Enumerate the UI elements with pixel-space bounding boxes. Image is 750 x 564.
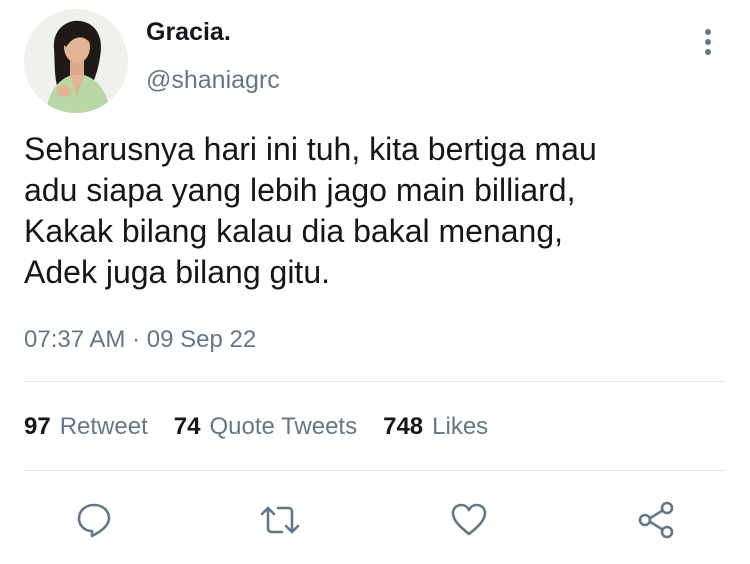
tweet-text: Seharusnya hari ini tuh, kita bertiga ma…: [24, 131, 597, 290]
share-button[interactable]: [634, 498, 678, 542]
tweet-card: Gracia. @shaniagrc Seharusnya hari ini t…: [0, 0, 750, 564]
display-name[interactable]: Gracia.: [146, 14, 231, 50]
likes-stat[interactable]: 748 Likes: [383, 413, 488, 441]
divider: [24, 381, 726, 382]
reply-icon: [77, 503, 111, 538]
like-button[interactable]: [447, 498, 491, 542]
heart-icon: [451, 503, 487, 536]
retweet-button[interactable]: [258, 498, 302, 542]
likes-count: 748: [383, 413, 424, 440]
likes-label: Likes: [432, 413, 489, 440]
retweet-icon: [260, 506, 300, 534]
user-handle[interactable]: @shaniagrc: [146, 62, 280, 98]
more-vertical-icon: [705, 29, 711, 55]
more-options-button[interactable]: [694, 26, 722, 58]
quote-stat[interactable]: 74 Quote Tweets: [174, 413, 357, 441]
tweet-stats: 97 Retweet 74 Quote Tweets 748 Likes: [24, 408, 514, 446]
share-icon: [638, 501, 674, 539]
retweet-stat[interactable]: 97 Retweet: [24, 413, 148, 441]
quote-count: 74: [173, 413, 201, 440]
divider: [24, 470, 726, 471]
avatar[interactable]: [24, 9, 128, 113]
avatar-image: [24, 9, 128, 113]
retweet-label: Retweet: [59, 413, 148, 440]
quote-label: Quote Tweets: [209, 413, 358, 440]
tweet-timestamp[interactable]: 07:37 AM · 09 Sep 22: [24, 322, 256, 358]
retweet-count: 97: [24, 413, 51, 440]
reply-button[interactable]: [72, 498, 116, 542]
